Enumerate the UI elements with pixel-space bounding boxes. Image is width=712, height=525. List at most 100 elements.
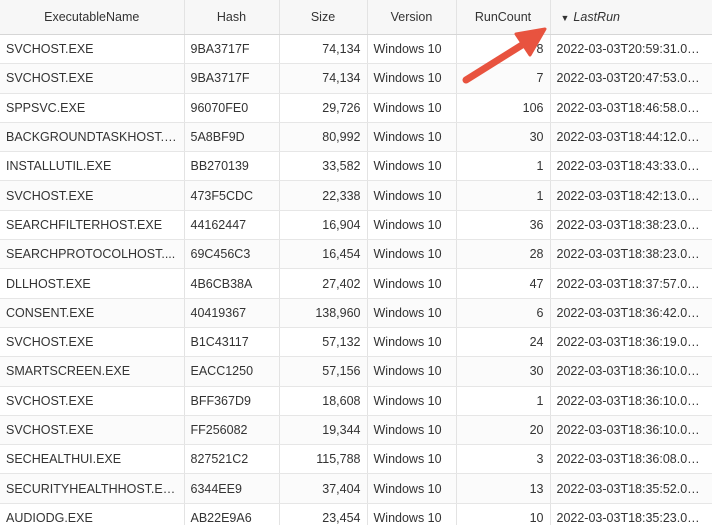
cell-lastrun: 2022-03-03T18:35:52.000Z — [550, 473, 712, 504]
cell-hash: BFF367D9 — [184, 386, 280, 416]
cell-size: 74,134 — [279, 34, 368, 65]
cell-version: Windows 10 — [367, 298, 457, 328]
cell-size: 27,402 — [279, 268, 368, 299]
cell-runcount: 36 — [456, 210, 551, 241]
table-row[interactable]: CONSENT.EXE 40419367 138,960 Windows 10 6 202… — [0, 298, 712, 328]
table-row[interactable]: INSTALLUTIL.EXE BB270139 33,582 Windows 10 1… — [0, 151, 712, 182]
cell-size: 19,344 — [279, 415, 368, 446]
cell-size: 57,132 — [279, 327, 368, 358]
cell-name: DLLHOST.EXE — [0, 268, 185, 299]
table-row[interactable]: SMARTSCREEN.EXE EACC1250 57,156 Windows 10 3… — [0, 356, 712, 387]
cell-version: Windows 10 — [367, 34, 457, 65]
table-row[interactable]: SEARCHPROTOCOLHOST.... 69C456C3 16,454 Wind… — [0, 239, 712, 270]
table-row[interactable]: AUDIODG.EXE AB22E9A6 23,454 Windows 10 10 202… — [0, 503, 712, 525]
cell-version: Windows 10 — [367, 386, 457, 416]
cell-name: SPPSVC.EXE — [0, 93, 185, 123]
cell-size: 29,726 — [279, 93, 368, 123]
cell-size: 80,992 — [279, 122, 368, 153]
cell-lastrun: 2022-03-03T18:37:57.000Z — [550, 268, 712, 299]
cell-size: 18,608 — [279, 386, 368, 416]
cell-version: Windows 10 — [367, 503, 457, 525]
cell-runcount: 1 — [456, 180, 551, 211]
cell-hash: BB270139 — [184, 151, 280, 182]
cell-version: Windows 10 — [367, 415, 457, 446]
column-header-executablename[interactable]: ExecutableName — [0, 0, 185, 35]
table-row[interactable]: SECURITYHEALTHHOST.EXE 6344EE9 37,404 Windo… — [0, 473, 712, 504]
cell-version: Windows 10 — [367, 151, 457, 182]
cell-version: Windows 10 — [367, 93, 457, 123]
cell-runcount: 13 — [456, 473, 551, 504]
table-body: SVCHOST.EXE 9BA3717F 74,134 Windows 10 8 2022… — [0, 34, 712, 525]
cell-runcount: 28 — [456, 239, 551, 270]
column-header-hash[interactable]: Hash — [184, 0, 280, 35]
cell-hash: 96070FE0 — [184, 93, 280, 123]
cell-size: 16,454 — [279, 239, 368, 270]
cell-runcount: 10 — [456, 503, 551, 525]
table-row[interactable]: SVCHOST.EXE 9BA3717F 74,134 Windows 10 8 2022… — [0, 34, 712, 65]
cell-runcount: 30 — [456, 122, 551, 153]
cell-hash: 827521C2 — [184, 444, 280, 475]
cell-name: SVCHOST.EXE — [0, 34, 185, 65]
table-row[interactable]: BACKGROUNDTASKHOST.E... 5A8BF9D 80,992 Wind… — [0, 122, 712, 153]
column-header-size[interactable]: Size — [279, 0, 368, 35]
table-row[interactable]: SEARCHFILTERHOST.EXE 44162447 16,904 Window… — [0, 210, 712, 241]
column-header-label: ExecutableName — [44, 10, 140, 24]
cell-version: Windows 10 — [367, 63, 457, 94]
column-header-label: Hash — [216, 10, 247, 24]
cell-runcount: 7 — [456, 63, 551, 94]
cell-lastrun: 2022-03-03T18:36:08.000Z — [550, 444, 712, 475]
table-row[interactable]: SVCHOST.EXE 473F5CDC 22,338 Windows 10 1 2022… — [0, 180, 712, 211]
cell-lastrun: 2022-03-03T18:35:23.000Z — [550, 503, 712, 525]
cell-runcount: 6 — [456, 298, 551, 328]
cell-lastrun: 2022-03-03T18:36:19.000Z — [550, 327, 712, 358]
cell-runcount: 3 — [456, 444, 551, 475]
cell-lastrun: 2022-03-03T18:44:12.000Z — [550, 122, 712, 153]
column-header-lastrun[interactable]: ▼ LastRun — [550, 0, 712, 35]
table-row[interactable]: SECHEALTHUI.EXE 827521C2 115,788 Windows 10… — [0, 444, 712, 475]
cell-lastrun: 2022-03-03T18:42:13.000Z — [550, 180, 712, 211]
cell-lastrun: 2022-03-03T20:47:53.000Z — [550, 63, 712, 94]
cell-name: SEARCHPROTOCOLHOST.... — [0, 239, 185, 270]
cell-version: Windows 10 — [367, 268, 457, 299]
cell-name: SVCHOST.EXE — [0, 63, 185, 94]
cell-runcount: 8 — [456, 34, 551, 65]
table-row[interactable]: SVCHOST.EXE FF256082 19,344 Windows 10 20 202… — [0, 415, 712, 446]
cell-version: Windows 10 — [367, 473, 457, 504]
cell-hash: B1C43117 — [184, 327, 280, 358]
cell-runcount: 47 — [456, 268, 551, 299]
column-header-label: LastRun — [573, 10, 620, 24]
cell-hash: 9BA3717F — [184, 34, 280, 65]
table-row[interactable]: SPPSVC.EXE 96070FE0 29,726 Windows 10 106 202… — [0, 93, 712, 123]
cell-size: 33,582 — [279, 151, 368, 182]
cell-lastrun: 2022-03-03T18:38:23.000Z — [550, 239, 712, 270]
cell-hash: 69C456C3 — [184, 239, 280, 270]
column-header-version[interactable]: Version — [367, 0, 457, 35]
cell-version: Windows 10 — [367, 210, 457, 241]
table-row[interactable]: DLLHOST.EXE 4B6CB38A 27,402 Windows 10 47 202… — [0, 268, 712, 299]
table-row[interactable]: SVCHOST.EXE B1C43117 57,132 Windows 10 24 202… — [0, 327, 712, 358]
table-row[interactable]: SVCHOST.EXE 9BA3717F 74,134 Windows 10 7 2022… — [0, 63, 712, 94]
cell-size: 37,404 — [279, 473, 368, 504]
cell-size: 138,960 — [279, 298, 368, 328]
cell-lastrun: 2022-03-03T18:36:10.000Z — [550, 415, 712, 446]
cell-hash: FF256082 — [184, 415, 280, 446]
cell-name: SVCHOST.EXE — [0, 386, 185, 416]
table-row[interactable]: SVCHOST.EXE BFF367D9 18,608 Windows 10 1 2022… — [0, 386, 712, 416]
cell-name: SMARTSCREEN.EXE — [0, 356, 185, 387]
column-header-runcount[interactable]: RunCount — [456, 0, 551, 35]
cell-lastrun: 2022-03-03T18:36:10.000Z — [550, 386, 712, 416]
column-header-label: RunCount — [474, 10, 532, 24]
cell-name: SVCHOST.EXE — [0, 180, 185, 211]
cell-lastrun: 2022-03-03T20:59:31.000Z — [550, 34, 712, 65]
cell-runcount: 30 — [456, 356, 551, 387]
cell-size: 57,156 — [279, 356, 368, 387]
cell-size: 23,454 — [279, 503, 368, 525]
cell-hash: 5A8BF9D — [184, 122, 280, 153]
cell-size: 16,904 — [279, 210, 368, 241]
column-header-label: Size — [310, 10, 336, 24]
cell-version: Windows 10 — [367, 239, 457, 270]
cell-size: 74,134 — [279, 63, 368, 94]
cell-name: SECURITYHEALTHHOST.EXE — [0, 473, 185, 504]
cell-lastrun: 2022-03-03T18:46:58.000Z — [550, 93, 712, 123]
cell-lastrun: 2022-03-03T18:36:10.000Z — [550, 356, 712, 387]
